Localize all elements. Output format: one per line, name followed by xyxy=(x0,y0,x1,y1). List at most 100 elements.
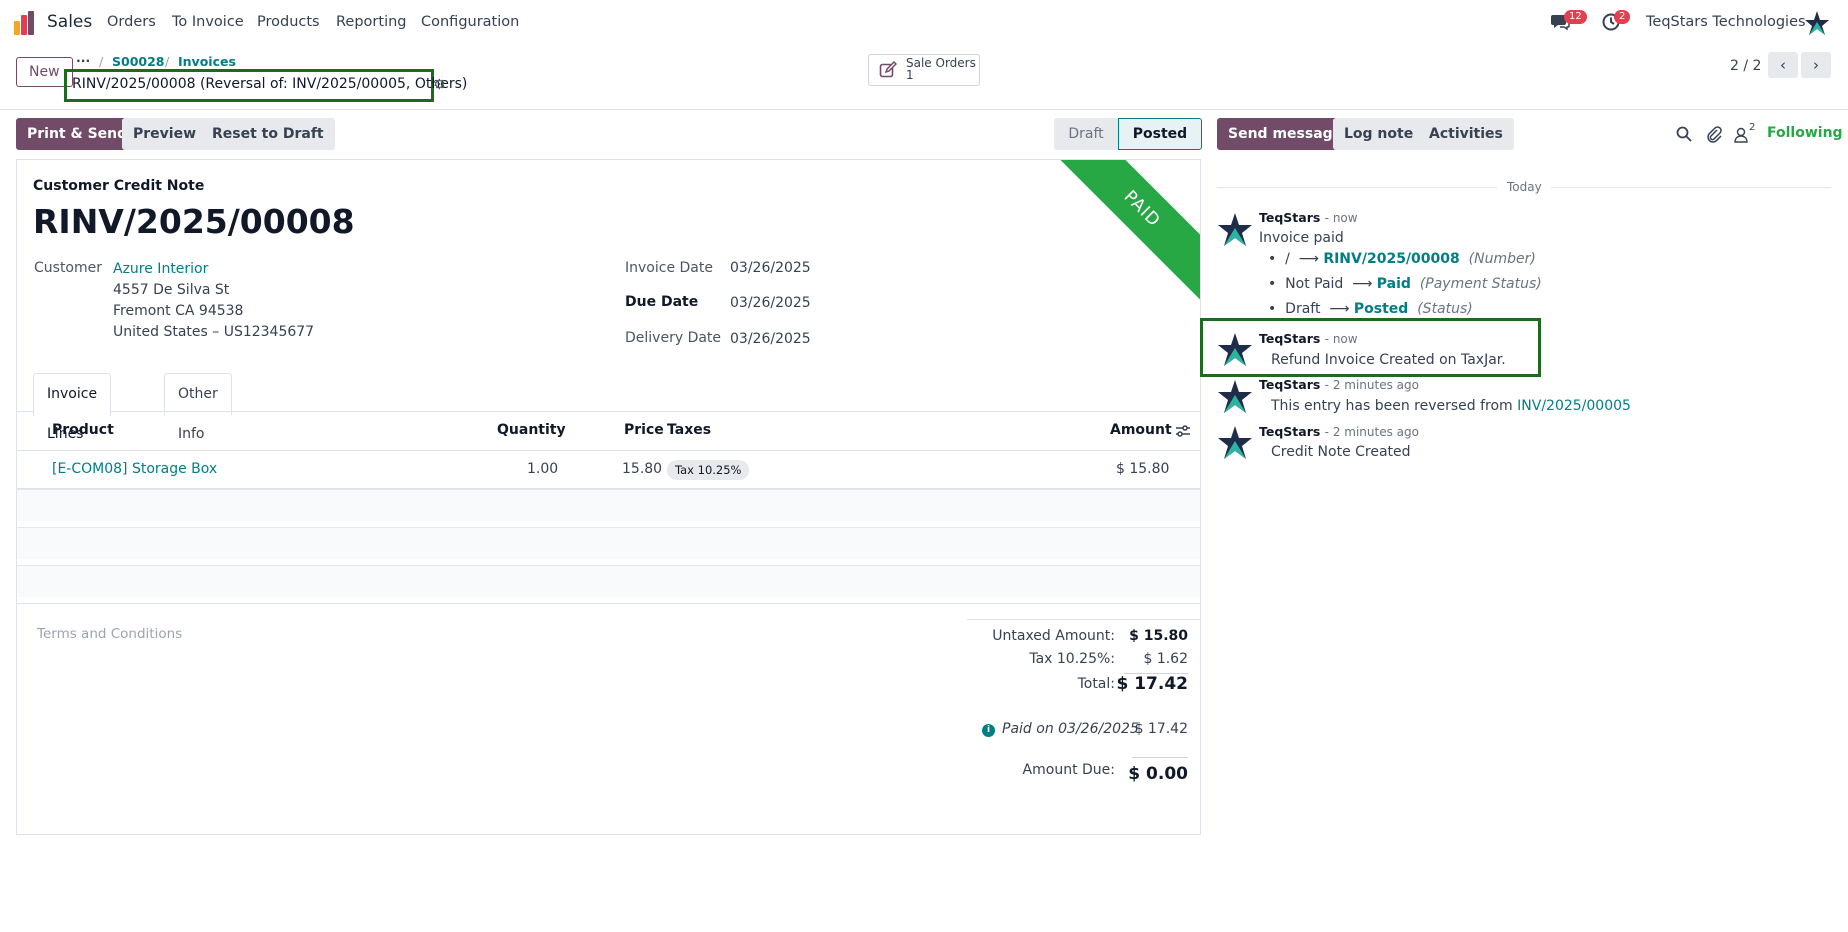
invoice-date-label: Invoice Date xyxy=(625,260,713,276)
search-icon[interactable] xyxy=(1676,126,1692,142)
paperclip-icon[interactable] xyxy=(1706,125,1722,143)
avatar[interactable] xyxy=(1217,425,1253,461)
status-draft[interactable]: Draft xyxy=(1054,118,1118,150)
tracking-new-payment: Paid xyxy=(1376,276,1411,292)
line-quantity[interactable]: 1.00 xyxy=(527,461,558,477)
invoice-form-sheet: PAID Customer Credit Note RINV/2025/0000… xyxy=(16,159,1201,835)
tax-tag: Tax 10.25% xyxy=(667,460,750,480)
menu-reporting[interactable]: Reporting xyxy=(336,14,407,30)
followers-icon[interactable]: 2 xyxy=(1734,122,1760,144)
due-date-label: Due Date xyxy=(625,294,699,310)
line-product[interactable]: [E-COM08] Storage Box xyxy=(52,461,217,477)
amount-due-value: $ 0.00 xyxy=(1128,764,1188,784)
message-body: Invoice paid xyxy=(1259,230,1344,246)
breadcrumb-item-order[interactable]: S00028 xyxy=(112,54,165,69)
invoice-date-field[interactable]: 03/26/2025 xyxy=(730,260,811,276)
pager-value[interactable]: 2 / 2 xyxy=(1730,58,1761,74)
tracking-value: • Not Paid ⟶ Paid (Payment Status) xyxy=(1268,276,1542,292)
chatter-day-separator: Today xyxy=(1217,180,1831,194)
following-button[interactable]: Following xyxy=(1767,125,1843,141)
tab-other-info[interactable]: Other Info xyxy=(164,373,232,442)
menu-configuration[interactable]: Configuration xyxy=(421,14,519,30)
empty-row xyxy=(17,565,1200,597)
pager-previous-button[interactable]: ‹ xyxy=(1768,52,1798,78)
message-author[interactable]: TeqStars - 2 minutes ago xyxy=(1259,424,1419,439)
edit-icon xyxy=(879,61,897,78)
control-panel: New ··· / S00028 / Invoices RINV/2025/00… xyxy=(0,46,1848,110)
delivery-date-label: Delivery Date xyxy=(625,330,722,346)
message-author[interactable]: TeqStars - now xyxy=(1259,210,1358,225)
message-body: This entry has been reversed from INV/20… xyxy=(1271,398,1631,414)
smart-button-count: 1 xyxy=(906,68,914,82)
amount-due-label: Amount Due: xyxy=(1022,762,1115,778)
tax-label: Tax 10.25%: xyxy=(1029,651,1115,667)
app-logo-icon[interactable] xyxy=(14,11,36,35)
activities-badge: 2 xyxy=(1614,10,1631,24)
reset-to-draft-button[interactable]: Reset to Draft xyxy=(201,118,335,150)
star-logo-icon[interactable] xyxy=(1804,10,1830,36)
customer-label: Customer xyxy=(34,260,103,276)
message-author[interactable]: TeqStars - now xyxy=(1259,331,1358,346)
column-amount[interactable]: Amount xyxy=(1110,422,1172,438)
pager-next-button[interactable]: › xyxy=(1801,52,1831,78)
column-taxes[interactable]: Taxes xyxy=(667,422,711,438)
message-author[interactable]: TeqStars - 2 minutes ago xyxy=(1259,377,1419,392)
delivery-date-field[interactable]: 03/26/2025 xyxy=(730,331,811,347)
chatter-day-label: Today xyxy=(1507,180,1542,194)
address-line-1: 4557 De Silva St xyxy=(113,282,230,298)
column-quantity[interactable]: Quantity xyxy=(497,422,566,438)
due-date-field[interactable]: 03/26/2025 xyxy=(730,295,811,311)
payment-info-icon[interactable]: i xyxy=(982,724,995,737)
activities-button[interactable]: Activities xyxy=(1418,118,1514,150)
menu-products[interactable]: Products xyxy=(257,14,320,30)
tab-invoice-lines[interactable]: Invoice Lines xyxy=(33,373,112,442)
column-product[interactable]: Product xyxy=(52,422,114,438)
status-posted[interactable]: Posted xyxy=(1118,118,1202,150)
total-value: $ 17.42 xyxy=(1116,674,1188,694)
company-switcher[interactable]: TeqStars Technologies xyxy=(1646,14,1806,30)
tracking-value: • Draft ⟶ Posted (Status) xyxy=(1268,301,1473,317)
message-time: - 2 minutes ago xyxy=(1324,425,1419,439)
avatar[interactable] xyxy=(1217,379,1253,415)
message-time: - 2 minutes ago xyxy=(1324,378,1419,392)
menu-orders[interactable]: Orders xyxy=(107,14,156,30)
message-time: - now xyxy=(1324,211,1358,225)
customer-link[interactable]: Azure Interior xyxy=(113,261,208,277)
preview-button[interactable]: Preview xyxy=(122,118,208,150)
print-send-button[interactable]: Print & Send xyxy=(16,118,139,150)
paid-value: $ 17.42 xyxy=(1134,721,1188,737)
tax-value: $ 1.62 xyxy=(1143,651,1188,667)
gear-icon[interactable]: ⚙ xyxy=(433,77,446,93)
menu-to-invoice[interactable]: To Invoice xyxy=(172,14,244,30)
avatar[interactable] xyxy=(1217,212,1253,248)
total-label: Total: xyxy=(1077,676,1115,692)
smart-button-label: Sale Orders 1 xyxy=(906,56,976,82)
messages-badge: 12 xyxy=(1564,10,1587,24)
message-time: - now xyxy=(1324,332,1358,346)
untaxed-amount-value: $ 15.80 xyxy=(1129,628,1188,644)
column-price[interactable]: Price xyxy=(624,422,664,438)
breadcrumb-more-icon[interactable]: ··· xyxy=(76,53,90,68)
app-name[interactable]: Sales xyxy=(47,12,92,32)
tracking-new-status: Posted xyxy=(1353,301,1409,317)
column-settings-icon[interactable] xyxy=(1175,424,1191,440)
document-number: RINV/2025/00008 xyxy=(33,202,355,241)
tracking-value: • / ⟶ RINV/2025/00008 (Number) xyxy=(1268,251,1536,267)
terms-conditions-field[interactable]: Terms and Conditions xyxy=(37,626,182,642)
avatar[interactable] xyxy=(1217,332,1253,368)
paid-on-label: Paid on 03/26/2025 xyxy=(1002,721,1139,737)
untaxed-amount-label: Untaxed Amount: xyxy=(992,628,1115,644)
document-type: Customer Credit Note xyxy=(33,178,205,194)
record-title: RINV/2025/00008 (Reversal of: INV/2025/0… xyxy=(64,69,467,102)
chat-icon[interactable]: 12 xyxy=(1550,10,1587,33)
log-note-button[interactable]: Log note xyxy=(1333,118,1425,150)
empty-row xyxy=(17,527,1200,559)
paid-ribbon: PAID xyxy=(1040,160,1200,311)
reversed-invoice-link[interactable]: INV/2025/00005 xyxy=(1517,398,1631,414)
top-navbar: Sales Orders To Invoice Products Reporti… xyxy=(0,0,1848,46)
message-body: Refund Invoice Created on TaxJar. xyxy=(1271,352,1506,368)
sale-orders-smart-button[interactable]: Sale Orders 1 xyxy=(868,54,980,86)
breadcrumb-item-invoices[interactable]: Invoices xyxy=(178,54,236,69)
clock-icon[interactable]: 2 xyxy=(1602,10,1631,33)
line-price[interactable]: 15.80 xyxy=(622,461,662,477)
